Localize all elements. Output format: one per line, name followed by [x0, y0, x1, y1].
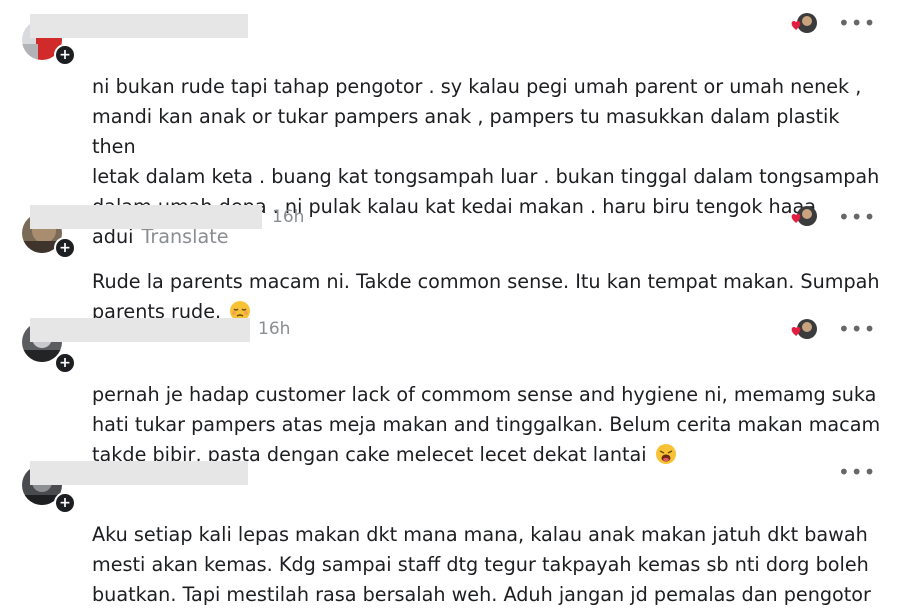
- heart-reaction-icon[interactable]: [788, 318, 820, 342]
- comment-item: + ••• Aku setiap kali lepas makan dkt ma…: [0, 455, 900, 606]
- avatar-badge: +: [54, 492, 76, 514]
- comment-item: + ••• ni bukan rude tapi tahap pengotor …: [0, 0, 900, 248]
- heart-reaction-icon[interactable]: [788, 12, 820, 36]
- comment-body: Aku setiap kali lepas makan dkt mana man…: [92, 523, 871, 606]
- redacted-username: [30, 205, 262, 229]
- plus-circle-icon: +: [59, 47, 71, 63]
- comment-body: pernah je hadap customer lack of commom …: [92, 383, 881, 466]
- redacted-username: [30, 461, 248, 485]
- plus-circle-icon: +: [59, 355, 71, 371]
- avatar-badge: +: [54, 352, 76, 374]
- redacted-username: [30, 14, 248, 38]
- avatar-badge: +: [54, 237, 76, 259]
- avatar-badge: +: [54, 44, 76, 66]
- more-options-button[interactable]: •••: [838, 207, 876, 227]
- more-options-button[interactable]: •••: [838, 13, 876, 33]
- comment-item: + 16h ••• pernah je hadap customer lack …: [0, 310, 900, 466]
- plus-circle-icon: +: [59, 240, 71, 256]
- more-options-button[interactable]: •••: [838, 462, 876, 482]
- comment-timestamp[interactable]: 16h: [272, 207, 304, 227]
- comment-text: pernah je hadap customer lack of commom …: [92, 350, 882, 470]
- comment-timestamp[interactable]: 16h: [258, 319, 290, 339]
- more-options-button[interactable]: •••: [838, 319, 876, 339]
- comment-text: Aku setiap kali lepas makan dkt mana man…: [92, 490, 882, 610]
- plus-circle-icon: +: [59, 495, 71, 511]
- comment-item: + 16h ••• Rude la parents macam ni. Takd…: [0, 195, 900, 323]
- heart-reaction-icon[interactable]: [788, 205, 820, 229]
- redacted-username: [30, 318, 250, 342]
